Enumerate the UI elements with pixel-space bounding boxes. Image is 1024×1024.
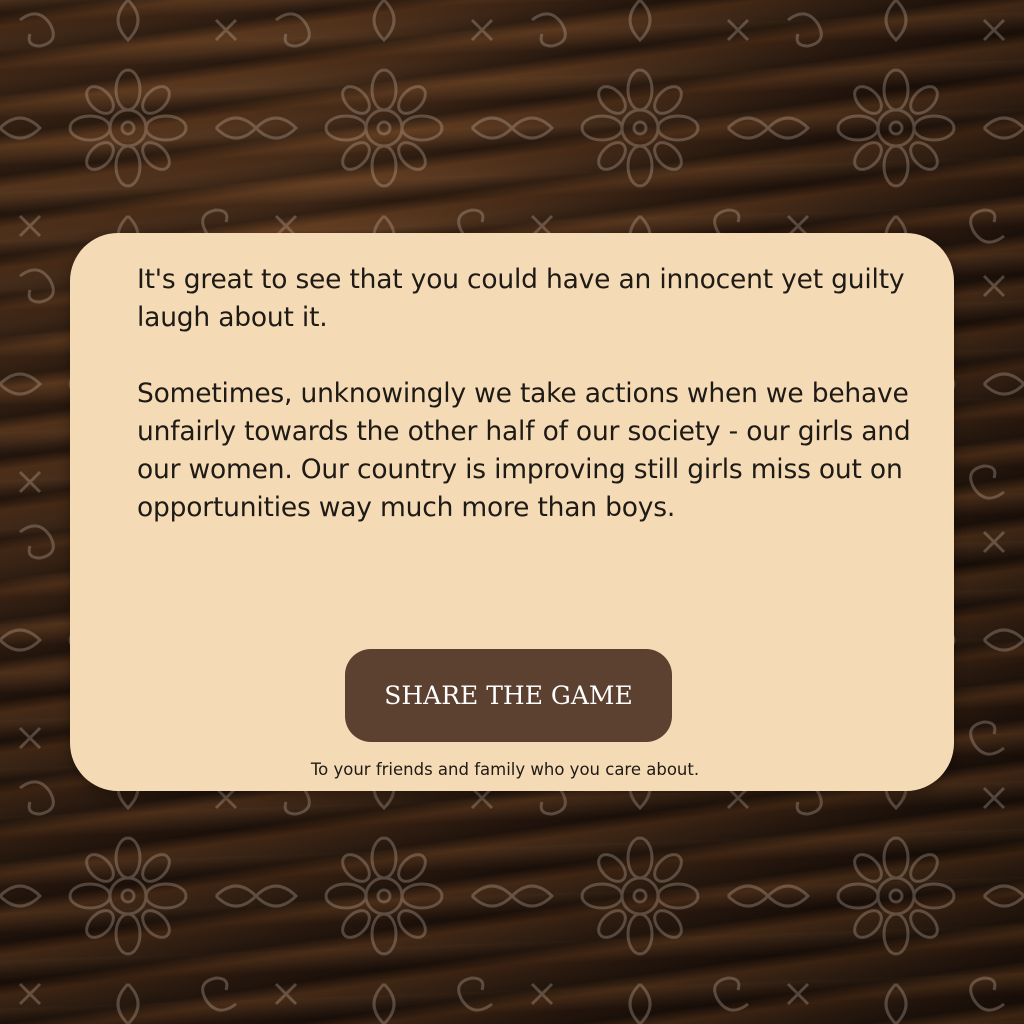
share-the-game-button[interactable]: SHARE THE GAME	[345, 649, 672, 742]
message-paragraph-1: It's great to see that you could have an…	[137, 264, 905, 333]
share-caption: To your friends and family who you care …	[310, 760, 700, 779]
result-card: It's great to see that you could have an…	[70, 233, 954, 791]
message-paragraph-2: Sometimes, unknowingly we take actions w…	[137, 378, 911, 523]
result-message: It's great to see that you could have an…	[137, 261, 927, 565]
